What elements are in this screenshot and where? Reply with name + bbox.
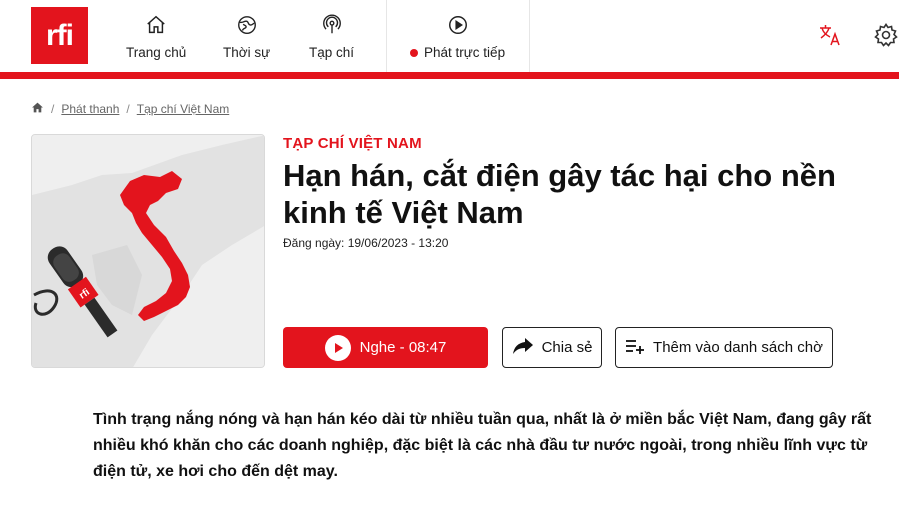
- nav-divider: [386, 0, 387, 72]
- article-title: Hạn hán, cắt điện gây tác hại cho nền ki…: [283, 158, 836, 230]
- share-button-label: Chia sẻ: [541, 339, 593, 356]
- breadcrumb: / Phát thanh / Tạp chí Việt Nam: [31, 101, 229, 117]
- nav-news[interactable]: Thời sự: [223, 14, 271, 60]
- nav-home-label: Trang chủ: [126, 45, 187, 60]
- nav-home[interactable]: Trang chủ: [126, 14, 187, 60]
- podcast-icon: [321, 14, 343, 41]
- article-thumbnail: rfi: [31, 134, 265, 368]
- site-header: rfi Trang chủ Thời sự Tạp chí Phát trực …: [0, 0, 899, 72]
- breadcrumb-separator: /: [51, 102, 55, 116]
- globe-icon: [236, 14, 258, 41]
- breadcrumb-link-radio[interactable]: Phát thanh: [61, 102, 119, 116]
- breadcrumb-link-magazine[interactable]: Tạp chí Việt Nam: [137, 102, 229, 116]
- nav-divider: [529, 0, 530, 72]
- listen-button[interactable]: Nghe - 08:47: [283, 327, 488, 368]
- nav-live-label: Phát trực tiếp: [424, 45, 506, 60]
- live-dot: [410, 48, 418, 57]
- header-accent-bar: [0, 72, 899, 79]
- home-icon[interactable]: [31, 101, 44, 117]
- translate-icon[interactable]: [817, 22, 843, 48]
- play-circle-icon: [447, 14, 469, 41]
- add-to-playlist-button[interactable]: Thêm vào danh sách chờ: [615, 327, 833, 368]
- publish-date: Đăng ngày: 19/06/2023 - 13:20: [283, 236, 449, 250]
- nav-live[interactable]: Phát trực tiếp: [410, 14, 505, 60]
- nav-magazine[interactable]: Tạp chí: [309, 14, 355, 60]
- playlist-add-icon: [625, 338, 653, 358]
- article-lead: Tình trạng nắng nóng và hạn hán kéo dài …: [93, 411, 872, 480]
- rfi-logo[interactable]: rfi: [31, 7, 88, 64]
- share-arrow-icon: [512, 337, 542, 359]
- nav-news-label: Thời sự: [223, 45, 271, 60]
- listen-button-label: Nghe - 08:47: [359, 339, 447, 356]
- add-to-playlist-label: Thêm vào danh sách chờ: [653, 339, 823, 356]
- breadcrumb-separator: /: [126, 102, 130, 116]
- play-icon: [324, 334, 351, 361]
- vietnam-map-illustration: rfi: [32, 135, 264, 367]
- article-kicker[interactable]: TẠP CHÍ VIỆT NAM: [283, 135, 422, 152]
- home-icon: [145, 14, 167, 41]
- share-button[interactable]: Chia sẻ: [502, 327, 602, 368]
- gear-icon[interactable]: [873, 22, 899, 48]
- nav-magazine-label: Tạp chí: [309, 45, 355, 60]
